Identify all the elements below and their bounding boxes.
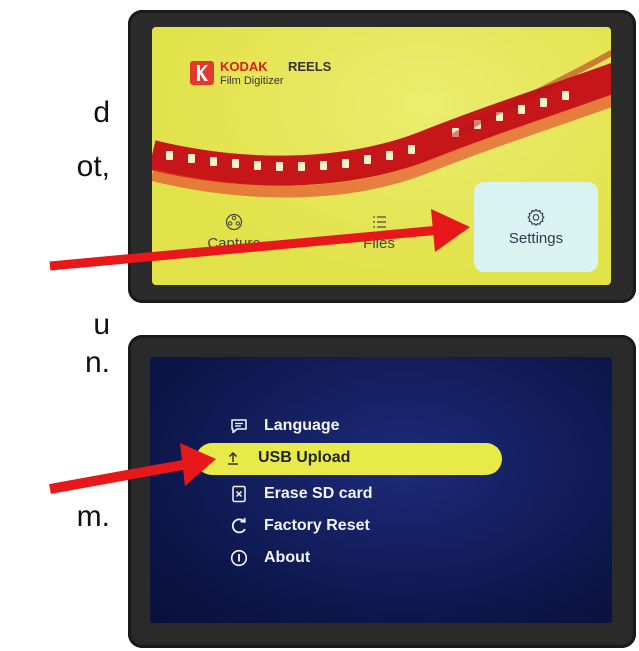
instruction-text-3: u bbox=[93, 308, 110, 341]
menu-item-erase-sd[interactable]: Erase SD card bbox=[208, 479, 508, 511]
info-icon bbox=[230, 549, 248, 567]
erase-sd-label: Erase SD card bbox=[264, 485, 373, 502]
settings-screen: Language USB Upload Erase SD card Factor… bbox=[150, 357, 612, 623]
brand-name: KODAK bbox=[220, 59, 268, 74]
brand-subtitle: Film Digitizer bbox=[220, 75, 284, 87]
device-main-menu: KODAK REELS Film Digitizer Capture Files bbox=[128, 10, 636, 303]
settings-button[interactable]: Settings bbox=[474, 182, 598, 272]
about-label: About bbox=[264, 549, 311, 566]
brand-product: REELS bbox=[288, 59, 332, 74]
menu-item-about[interactable]: About bbox=[208, 543, 508, 575]
files-label: Files bbox=[363, 235, 395, 252]
menu-item-factory-reset[interactable]: Factory Reset bbox=[208, 511, 508, 543]
language-label: Language bbox=[264, 417, 340, 434]
list-icon bbox=[373, 216, 386, 228]
capture-button[interactable]: Capture bbox=[184, 203, 284, 273]
instruction-text-1: d bbox=[93, 96, 110, 129]
reel-icon bbox=[225, 213, 243, 231]
upload-icon bbox=[228, 452, 238, 465]
device-settings-menu: Language USB Upload Erase SD card Factor… bbox=[128, 335, 636, 648]
instruction-text-5: m. bbox=[76, 500, 110, 533]
menu-item-usb-upload[interactable]: USB Upload bbox=[196, 443, 502, 475]
kodak-logo-icon bbox=[190, 61, 214, 85]
main-menu-screen: KODAK REELS Film Digitizer Capture Files bbox=[152, 27, 611, 285]
usb-upload-label: USB Upload bbox=[258, 449, 351, 466]
menu-item-language[interactable]: Language bbox=[208, 411, 508, 443]
files-button[interactable]: Files bbox=[329, 203, 429, 273]
erase-icon bbox=[232, 485, 246, 503]
capture-label: Capture bbox=[207, 235, 261, 252]
settings-label: Settings bbox=[508, 230, 564, 247]
chat-icon bbox=[231, 419, 247, 434]
factory-reset-label: Factory Reset bbox=[264, 517, 370, 534]
instruction-text-2: ot, bbox=[76, 150, 110, 183]
instruction-text-4: n. bbox=[84, 346, 110, 379]
gear-icon bbox=[527, 208, 545, 226]
reset-icon bbox=[231, 517, 246, 534]
